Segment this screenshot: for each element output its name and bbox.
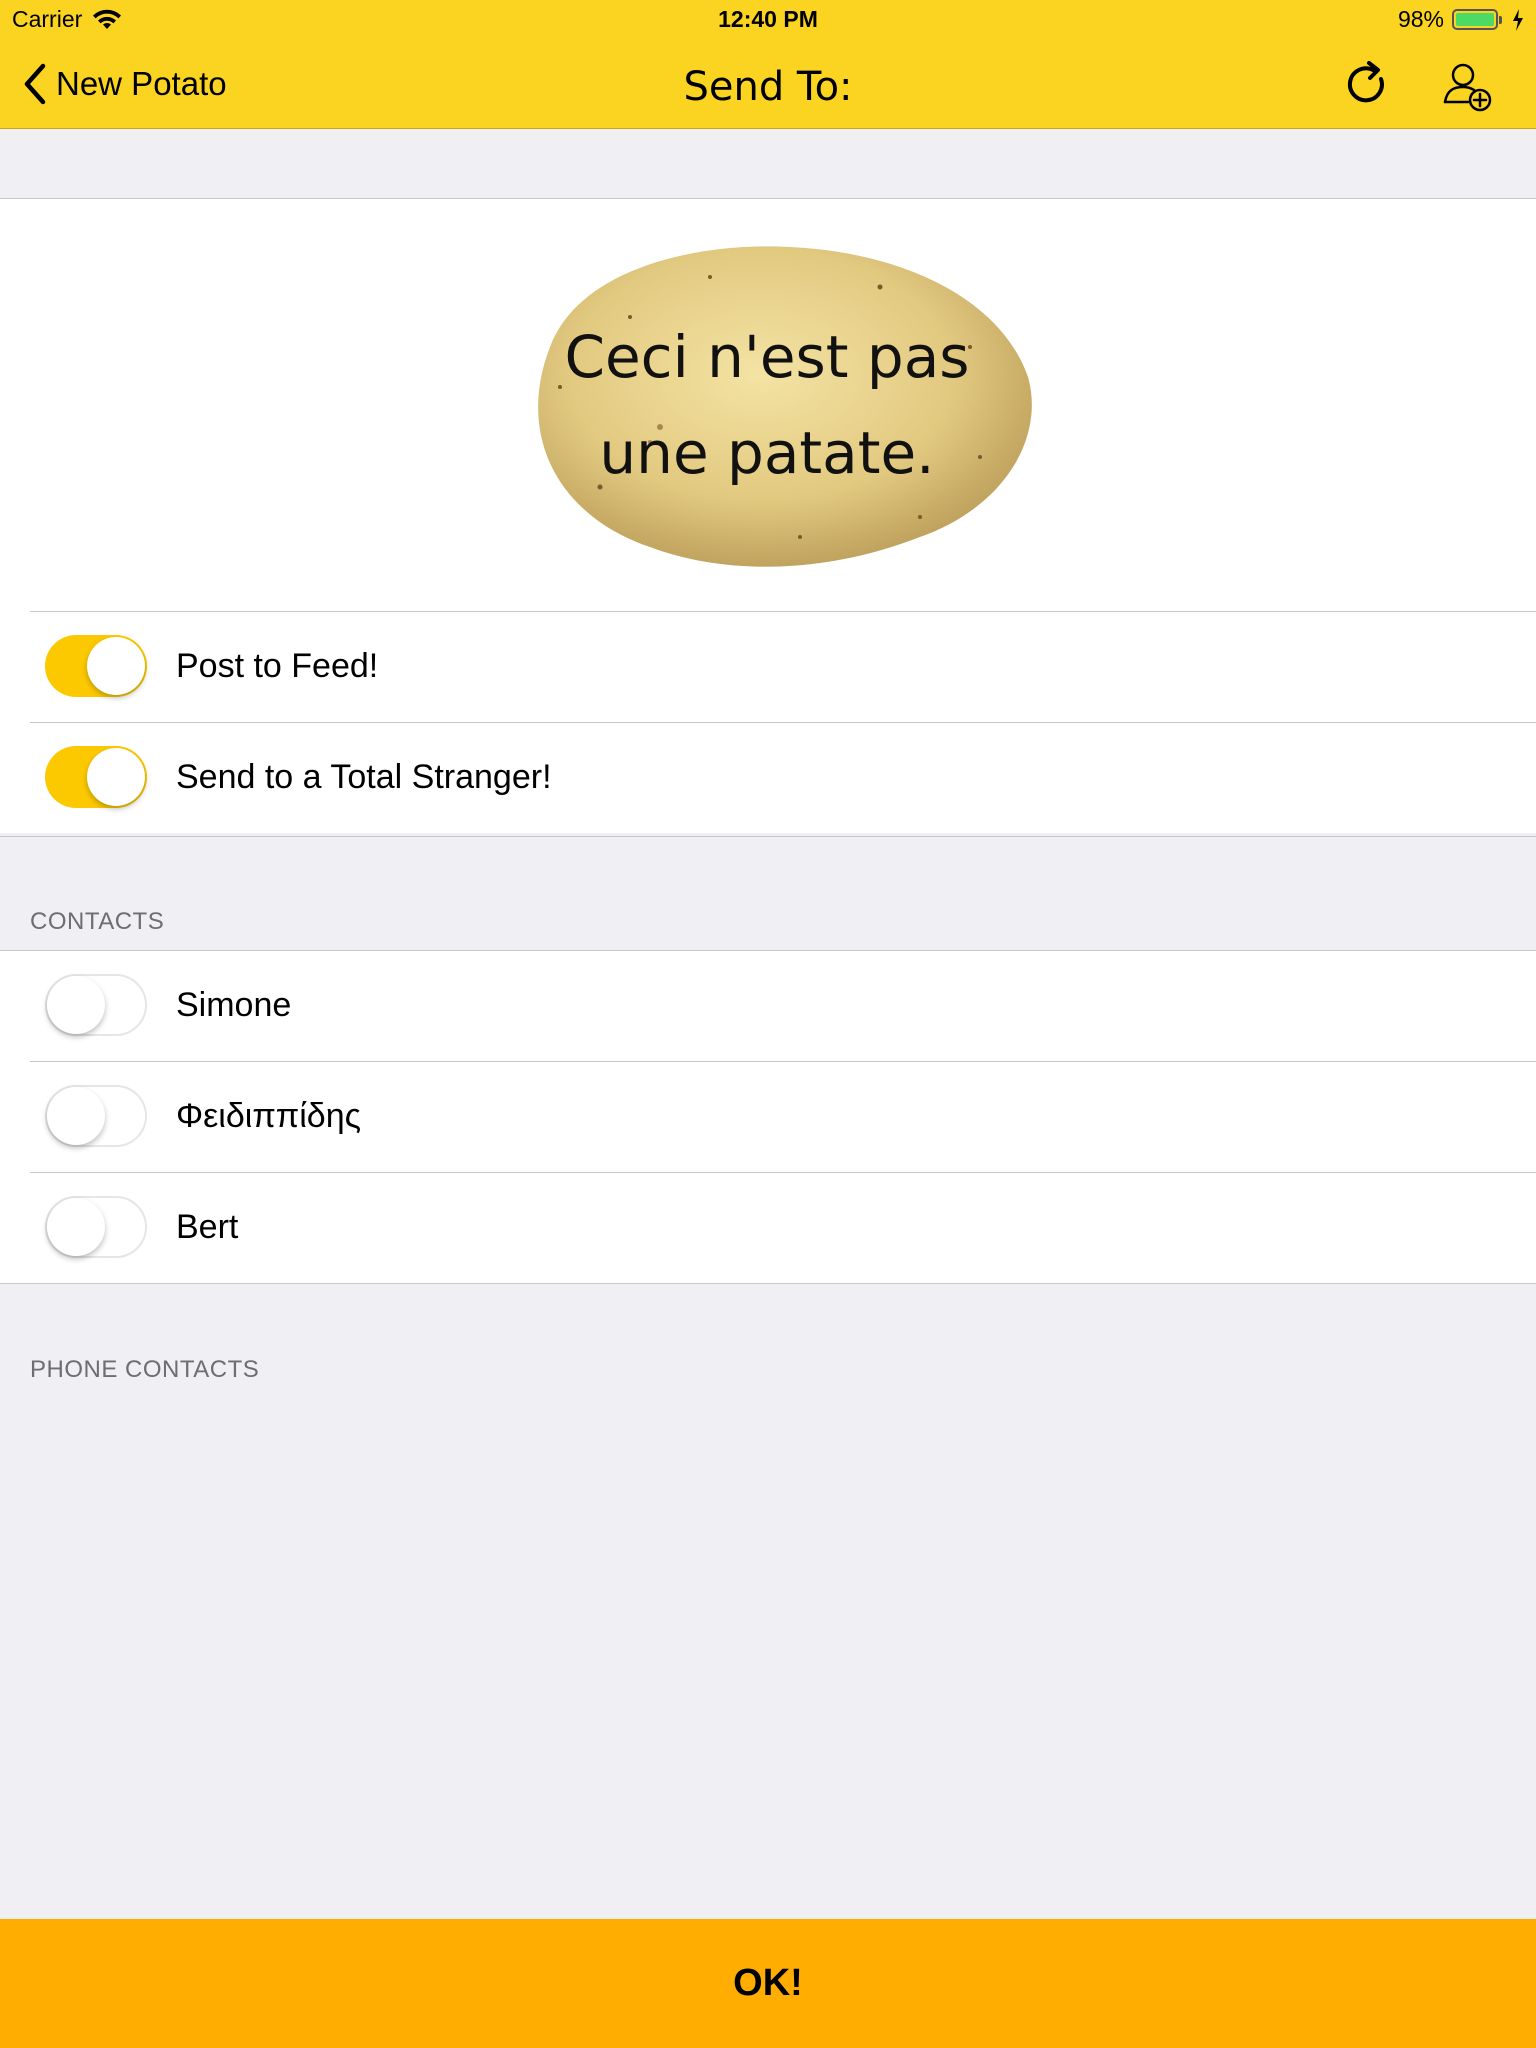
potato-image: Ceci n'est pas une patate. [500,237,1034,573]
post-to-feed-toggle[interactable] [45,635,147,697]
divider [0,836,1536,837]
contact-name: Bert [176,1208,239,1246]
option-row-post-to-feed: Post to Feed! [0,611,1536,722]
status-bar: Carrier 12:40 PM 98% [0,0,1536,40]
charging-icon [1513,8,1523,31]
contact-name: Simone [176,986,292,1024]
options-group: Post to Feed! Send to a Total Stranger! [0,611,1536,833]
status-time: 12:40 PM [718,6,818,32]
contact-row: Simone [0,950,1536,1061]
contact-row: Bert [0,1172,1536,1283]
contact-toggle-feidippidis[interactable] [45,1085,147,1147]
potato-preview-section: Ceci n'est pas une patate. [0,199,1536,611]
divider [0,1283,1536,1284]
potato-message: Ceci n'est pas une patate. [500,237,1034,573]
refresh-icon[interactable] [1340,58,1394,112]
contacts-list: Simone Φειδιππίδης Bert [0,950,1536,1283]
contacts-header: CONTACTS [30,908,165,935]
potato-message-line2: une patate. [599,419,935,487]
phone-contacts-header: PHONE CONTACTS [30,1356,260,1383]
ok-button[interactable]: OK! [0,1919,1536,2048]
contact-toggle-simone[interactable] [45,974,147,1036]
potato-message-line1: Ceci n'est pas [564,323,970,391]
battery-percent: 98% [1397,6,1444,32]
post-to-feed-label: Post to Feed! [176,647,379,685]
navigation-bar: New Potato Send To: [0,40,1536,129]
page-title: Send To: [683,64,853,110]
contact-toggle-bert[interactable] [45,1196,147,1258]
contact-name: Φειδιππίδης [176,1097,362,1135]
contact-row: Φειδιππίδης [0,1061,1536,1172]
send-to-stranger-label: Send to a Total Stranger! [176,758,552,796]
battery-icon [1452,9,1502,30]
add-contact-icon[interactable] [1440,58,1494,112]
send-to-stranger-toggle[interactable] [45,746,147,808]
top-spacer [0,129,1536,199]
option-row-total-stranger: Send to a Total Stranger! [0,722,1536,833]
